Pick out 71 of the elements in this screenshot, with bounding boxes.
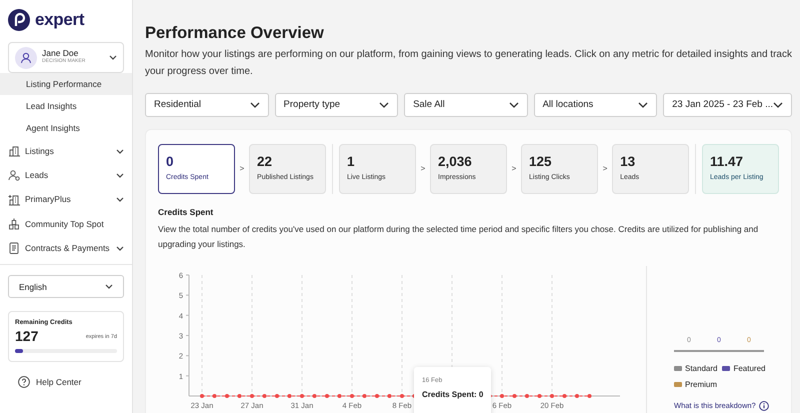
- filter-select[interactable]: All locations: [534, 93, 658, 117]
- data-point: [512, 394, 516, 398]
- data-point: [325, 394, 329, 398]
- data-point: [338, 394, 342, 398]
- nav-item[interactable]: Lead Insights: [0, 95, 132, 117]
- step-arrow: >: [602, 163, 608, 175]
- info-icon: [758, 400, 769, 411]
- data-point: [262, 394, 266, 398]
- chevron-down-icon: [508, 102, 519, 108]
- data-point: [550, 394, 554, 398]
- data-point: [575, 394, 579, 398]
- nav-item[interactable]: Listings: [0, 139, 132, 164]
- data-point: [500, 394, 504, 398]
- data-point: [225, 394, 229, 398]
- page-title: Performance Overview: [145, 23, 325, 44]
- person-icon: [8, 169, 20, 182]
- data-point: [525, 394, 529, 398]
- data-point: [400, 394, 404, 398]
- filter-select[interactable]: Sale All: [404, 93, 528, 117]
- chevron-down-icon: [379, 102, 390, 108]
- data-point: [275, 394, 279, 398]
- data-point: [362, 394, 366, 398]
- nav-item[interactable]: PrimaryPlus: [0, 188, 132, 212]
- data-point: [212, 394, 216, 398]
- data-point: [388, 394, 392, 398]
- document-icon: [8, 242, 20, 254]
- data-point: [300, 394, 304, 398]
- legend-label: Premium: [685, 379, 718, 390]
- tooltip-value: Credits Spent: 0: [422, 388, 484, 400]
- avatar-icon: [15, 46, 37, 68]
- nav-item[interactable]: Community Top Spot: [0, 212, 132, 236]
- language-select[interactable]: English: [8, 275, 124, 298]
- nav-item[interactable]: Agent Insights: [0, 117, 132, 139]
- data-point: [538, 394, 542, 398]
- data-point: [562, 394, 566, 398]
- chevron-down-icon: [638, 102, 648, 108]
- step-arrow: >: [420, 163, 426, 175]
- data-point: [312, 394, 316, 398]
- section-description: View the total number of credits you've used on our platform during the selected time period and specific filters you chose. Credits are utilized for publishing and upgrading your listings.: [158, 222, 760, 251]
- data-point: [350, 394, 354, 398]
- data-point: [588, 394, 592, 398]
- logo-icon: [8, 9, 30, 31]
- filter-select[interactable]: Residential: [145, 93, 269, 117]
- data-point: [250, 394, 254, 398]
- logo-text: expert: [35, 9, 84, 32]
- data-point: [375, 394, 379, 398]
- filter-select[interactable]: Property type: [274, 93, 398, 117]
- nav-item[interactable]: Leads: [0, 163, 132, 188]
- section-title: Credits Spent: [158, 206, 214, 219]
- building-icon: [8, 194, 20, 206]
- help-center-link[interactable]: Help Center: [18, 376, 132, 389]
- credits-value: 127: [15, 328, 38, 346]
- nav-item[interactable]: Contracts & Payments: [0, 236, 132, 260]
- filter-select[interactable]: 23 Jan 2025 - 23 Feb ...: [663, 93, 792, 117]
- blocks-icon: [8, 218, 20, 230]
- data-point: [288, 394, 292, 398]
- chevron-down-icon: [109, 55, 117, 60]
- chevron-down-icon: [773, 102, 783, 108]
- step-arrow: >: [510, 163, 518, 175]
- legend-label: Standard: [685, 363, 718, 374]
- page-description: Monitor how your listings are performing on our platform, from gaining views to generating leads. Click on any metric for detailed insights and track your progress over time.: [145, 48, 792, 79]
- data-point: [200, 394, 204, 398]
- chevron-down-icon: [250, 102, 260, 108]
- step-arrow: >: [238, 163, 246, 175]
- building-icon: [8, 145, 20, 158]
- chevron-down-icon: [105, 284, 113, 290]
- help-icon: [18, 376, 30, 388]
- data-point: [238, 394, 242, 398]
- nav-item[interactable]: Listing Performance: [0, 73, 132, 95]
- user-name: Jane Doe: [42, 49, 80, 58]
- legend-label: Featured: [733, 363, 766, 374]
